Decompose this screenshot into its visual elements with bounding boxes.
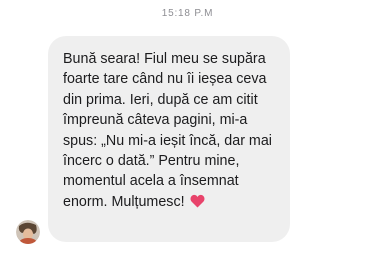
incoming-message-row: Bună seara! Fiul meu se supăra foarte ta… — [0, 36, 375, 251]
heart-icon — [190, 194, 205, 214]
message-body: Bună seara! Fiul meu se supăra foarte ta… — [63, 51, 272, 210]
sender-avatar[interactable] — [16, 220, 40, 244]
message-timestamp: 15:18 P.M — [161, 8, 214, 19]
message-bubble[interactable]: Bună seara! Fiul meu se supăra foarte ta… — [48, 36, 290, 242]
avatar-icon — [16, 220, 40, 244]
message-text: Bună seara! Fiul meu se supăra foarte ta… — [63, 49, 280, 214]
